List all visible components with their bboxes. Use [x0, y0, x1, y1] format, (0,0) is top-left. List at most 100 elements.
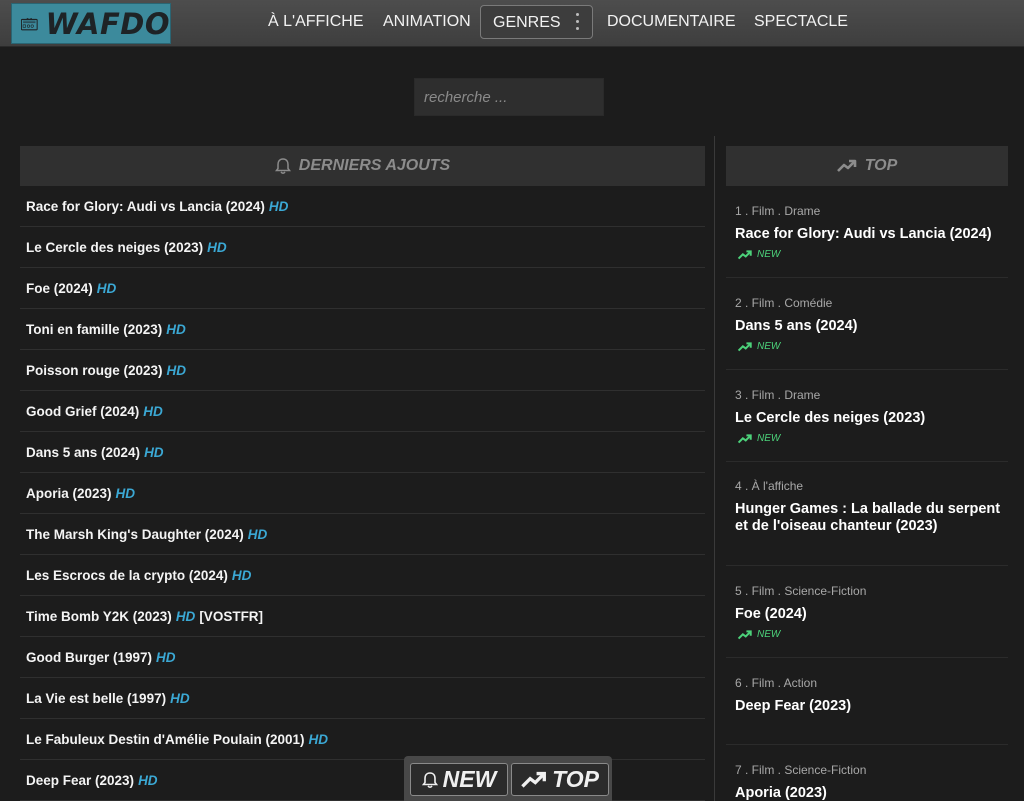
top-item-title: Foe (2024) — [735, 606, 807, 622]
list-item[interactable]: Poisson rouge (2023) HD — [20, 350, 705, 391]
top-button-label: TOP — [552, 766, 599, 792]
search-input[interactable] — [414, 78, 604, 116]
trending-up-icon — [737, 433, 752, 443]
top-item-meta: 5 . Film . Science-Fiction — [735, 584, 867, 598]
trending-up-icon — [836, 159, 856, 172]
quality-badge: HD — [144, 444, 164, 460]
tv-icon — [21, 17, 38, 30]
list-item-title: Good Grief (2024) — [26, 403, 140, 419]
top-list: 1 . Film . Drame Race for Glory: Audi vs… — [726, 186, 1008, 801]
nav-animation[interactable]: ANIMATION — [383, 13, 471, 31]
top-item[interactable]: 4 . À l'affiche Hunger Games : La ballad… — [726, 462, 1008, 566]
latest-section-title: DERNIERS AJOUTS — [298, 157, 451, 174]
quality-badge: HD — [138, 772, 158, 788]
list-item[interactable]: Good Grief (2024) HD — [20, 391, 705, 432]
list-item[interactable]: Le Fabuleux Destin d'Amélie Poulain (200… — [20, 719, 705, 760]
list-item[interactable]: La Vie est belle (1997) HD — [20, 678, 705, 719]
new-badge-label: NEW — [757, 249, 781, 260]
quality-badge: HD — [175, 608, 196, 624]
list-item[interactable]: Good Burger (1997) HD — [20, 637, 705, 678]
top-section-title: TOP — [864, 157, 898, 174]
top-button[interactable]: TOP — [511, 763, 609, 796]
quality-badge: HD — [247, 526, 268, 542]
list-item-title: Good Burger (1997) — [26, 649, 153, 665]
quality-badge: HD — [207, 239, 227, 255]
list-item-title: Le Cercle des neiges (2023) — [26, 239, 204, 255]
top-item-title: Hunger Games : La ballade du serpent et … — [735, 501, 1001, 534]
new-button-label: NEW — [442, 766, 497, 792]
floating-toolbar: NEW TOP — [404, 756, 612, 801]
nav-spectacle[interactable]: SPECTACLE — [754, 13, 848, 31]
new-badge-label: NEW — [757, 433, 781, 444]
list-item[interactable]: The Marsh King's Daughter (2024) HD — [20, 514, 705, 555]
top-item[interactable]: 3 . Film . Drame Le Cercle des neiges (2… — [726, 370, 1008, 462]
quality-badge: HD — [170, 690, 190, 706]
list-item[interactable]: Race for Glory: Audi vs Lancia (2024) HD — [20, 186, 705, 227]
quality-badge: HD — [156, 649, 176, 665]
list-item-title: The Marsh King's Daughter (2024) — [26, 526, 244, 542]
nav-documentaire[interactable]: DOCUMENTAIRE — [607, 13, 736, 31]
nav-genres-dropdown[interactable]: GENRES — [480, 5, 593, 39]
top-item-title: Deep Fear (2023) — [735, 698, 852, 714]
list-item-title: Aporia (2023) — [26, 485, 112, 501]
new-badge: NEW — [737, 341, 780, 352]
list-item[interactable]: Time Bomb Y2K (2023) HD [VOSTFR] — [20, 596, 705, 637]
new-badge-label: NEW — [757, 629, 781, 640]
new-badge: NEW — [737, 629, 780, 640]
quality-badge: HD — [308, 731, 329, 747]
list-item[interactable]: Foe (2024) HD — [20, 268, 705, 309]
bell-icon — [274, 158, 291, 174]
top-item-meta: 1 . Film . Drame — [735, 204, 821, 218]
list-item[interactable]: Dans 5 ans (2024) HD — [20, 432, 705, 473]
nav-genres-label: GENRES — [493, 14, 561, 31]
trending-up-icon — [737, 629, 752, 639]
top-item[interactable]: 5 . Film . Science-Fiction Foe (2024) NE… — [726, 566, 1008, 658]
list-item[interactable]: Le Cercle des neiges (2023) HD — [20, 227, 705, 268]
top-item[interactable]: 1 . Film . Drame Race for Glory: Audi vs… — [726, 186, 1008, 278]
quality-badge: HD — [268, 198, 289, 214]
quality-badge: HD — [115, 485, 136, 501]
top-item-title: Le Cercle des neiges (2023) — [735, 410, 926, 426]
list-item-title: Time Bomb Y2K (2023) — [26, 608, 172, 624]
list-item-title: Poisson rouge (2023) — [26, 362, 163, 378]
language-badge: [VOSTFR] — [199, 608, 264, 624]
list-item[interactable]: Toni en famille (2023) HD — [20, 309, 705, 350]
top-item-title: Dans 5 ans (2024) — [735, 318, 858, 334]
trending-up-icon — [521, 771, 547, 788]
list-item-title: Dans 5 ans (2024) — [26, 444, 141, 460]
quality-badge: HD — [166, 321, 186, 337]
latest-list: Race for Glory: Audi vs Lancia (2024) HD … — [20, 186, 705, 801]
logo-text: WAFDO — [45, 6, 170, 41]
list-item[interactable]: Aporia (2023) HD — [20, 473, 705, 514]
top-item-meta: 4 . À l'affiche — [735, 479, 804, 493]
list-item-title: Foe (2024) — [26, 280, 93, 296]
top-item-meta: 3 . Film . Drame — [735, 388, 821, 402]
quality-badge: HD — [166, 362, 187, 378]
list-item-title: Les Escrocs de la crypto (2024) — [26, 567, 228, 583]
logo[interactable]: WAFDO — [11, 3, 171, 44]
list-item-title: Race for Glory: Audi vs Lancia (2024) — [26, 198, 265, 214]
list-item-title: Le Fabuleux Destin d'Amélie Poulain (200… — [26, 731, 305, 747]
vertical-dots-icon — [576, 13, 580, 31]
quality-badge: HD — [231, 567, 252, 583]
trending-up-icon — [737, 249, 752, 259]
top-item-title: Aporia (2023) — [735, 785, 827, 801]
top-item[interactable]: 2 . Film . Comédie Dans 5 ans (2024) NEW — [726, 278, 1008, 370]
top-item[interactable]: 7 . Film . Science-Fiction Aporia (2023) — [726, 745, 1008, 801]
new-badge: NEW — [737, 433, 780, 444]
quality-badge: HD — [143, 403, 163, 419]
top-item-meta: 7 . Film . Science-Fiction — [735, 763, 867, 777]
list-item[interactable]: Les Escrocs de la crypto (2024) HD — [20, 555, 705, 596]
list-item-title: La Vie est belle (1997) — [26, 690, 167, 706]
bell-icon — [421, 771, 438, 788]
trending-up-icon — [737, 341, 752, 351]
nav-a-laffiche[interactable]: À L'AFFICHE — [268, 13, 364, 31]
top-item[interactable]: 6 . Film . Action Deep Fear (2023) — [726, 658, 1008, 745]
new-badge-label: NEW — [757, 341, 781, 352]
new-button[interactable]: NEW — [410, 763, 508, 796]
top-item-meta: 6 . Film . Action — [735, 676, 818, 690]
list-item-title: Deep Fear (2023) — [26, 772, 135, 788]
top-navigation-bar: WAFDO À L'AFFICHE ANIMATION GENRES DOCUM… — [0, 0, 1024, 47]
list-item-title: Toni en famille (2023) — [26, 321, 163, 337]
column-divider — [714, 136, 715, 801]
